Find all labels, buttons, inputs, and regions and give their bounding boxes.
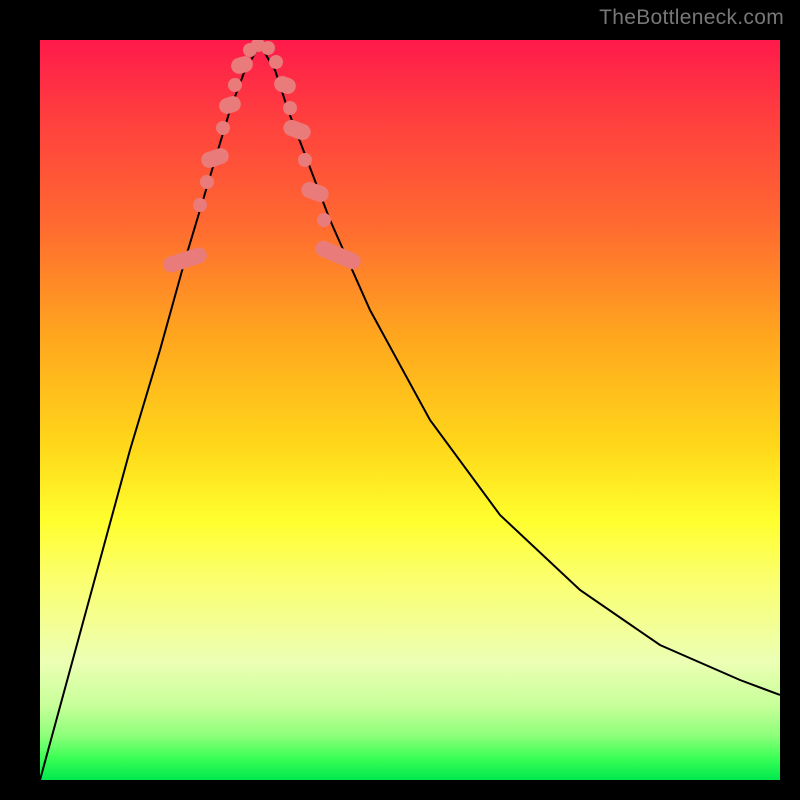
marker-dot — [193, 198, 207, 212]
outer-frame: TheBottleneck.com — [0, 0, 800, 800]
marker-dot — [261, 41, 275, 55]
marker-dot — [283, 101, 297, 115]
chart-svg — [40, 40, 780, 780]
v-curve-line — [40, 45, 780, 780]
marker-pill — [281, 118, 313, 143]
marker-pill — [313, 238, 363, 271]
marker-pill — [161, 245, 209, 274]
marker-pill — [217, 94, 243, 116]
marker-pill — [199, 146, 231, 170]
watermark-text: TheBottleneck.com — [599, 6, 784, 30]
marker-dot — [269, 55, 283, 69]
marker-dot — [317, 213, 331, 227]
marker-dot — [298, 153, 312, 167]
plot-area — [40, 40, 780, 780]
marker-pill — [272, 74, 298, 97]
marker-dot — [216, 121, 230, 135]
marker-dot — [200, 175, 214, 189]
marker-pill — [229, 54, 255, 75]
marker-dot — [228, 78, 242, 92]
